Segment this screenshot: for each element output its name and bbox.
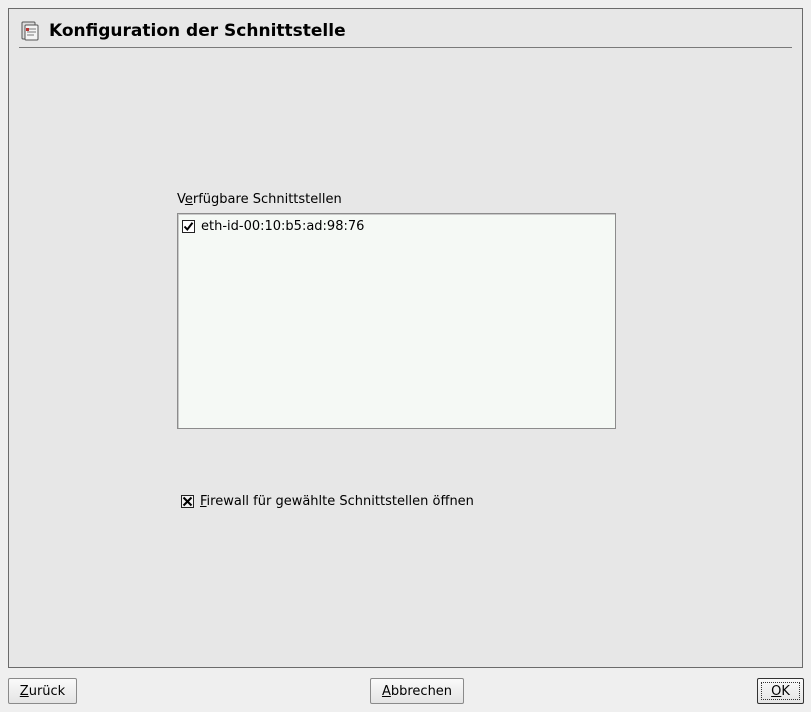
dialog-header: Konfiguration der Schnittstelle bbox=[19, 15, 792, 47]
interfaces-list[interactable]: eth-id-00:10:b5:ad:98:76 bbox=[177, 213, 616, 429]
ok-button[interactable]: OK bbox=[757, 678, 804, 704]
interface-checkbox[interactable] bbox=[182, 219, 195, 233]
back-button[interactable]: Zurück bbox=[8, 678, 77, 704]
interfaces-label-mnemonic: e bbox=[184, 192, 193, 207]
cancel-mnemonic: A bbox=[381, 683, 391, 699]
header-divider bbox=[19, 47, 792, 48]
cross-mark-icon bbox=[182, 496, 193, 507]
checkmark-icon bbox=[183, 221, 194, 231]
list-item[interactable]: eth-id-00:10:b5:ad:98:76 bbox=[182, 218, 364, 234]
cancel-rest: bbrechen bbox=[390, 683, 453, 699]
firewall-option[interactable]: Firewall für gewählte Schnittstellen öff… bbox=[181, 494, 474, 509]
back-button-label: Zurück bbox=[20, 684, 65, 699]
focus-ring bbox=[761, 682, 800, 700]
interface-label: eth-id-00:10:b5:ad:98:76 bbox=[201, 218, 365, 234]
interfaces-label-prefix: V bbox=[177, 192, 185, 207]
page-title: Konfiguration der Schnittstelle bbox=[49, 21, 346, 41]
cancel-button[interactable]: Abbrechen bbox=[370, 678, 464, 704]
firewall-checkbox[interactable] bbox=[181, 495, 194, 508]
interfaces-label: Verfügbare Schnittstellen bbox=[177, 192, 342, 207]
firewall-label-rest: irewall für gewählte Schnittstellen öffn… bbox=[206, 494, 474, 509]
firewall-label: Firewall für gewählte Schnittstellen öff… bbox=[200, 494, 474, 509]
cancel-button-label: Abbrechen bbox=[382, 684, 452, 699]
button-bar: Zurück Abbrechen OK bbox=[0, 668, 811, 712]
back-rest: urück bbox=[28, 683, 66, 699]
back-mnemonic: Z bbox=[19, 683, 29, 699]
network-config-icon bbox=[19, 20, 41, 42]
configuration-window: Konfiguration der Schnittstelle Verfügba… bbox=[0, 0, 811, 712]
interfaces-label-rest: rfügbare Schnittstellen bbox=[192, 192, 342, 207]
